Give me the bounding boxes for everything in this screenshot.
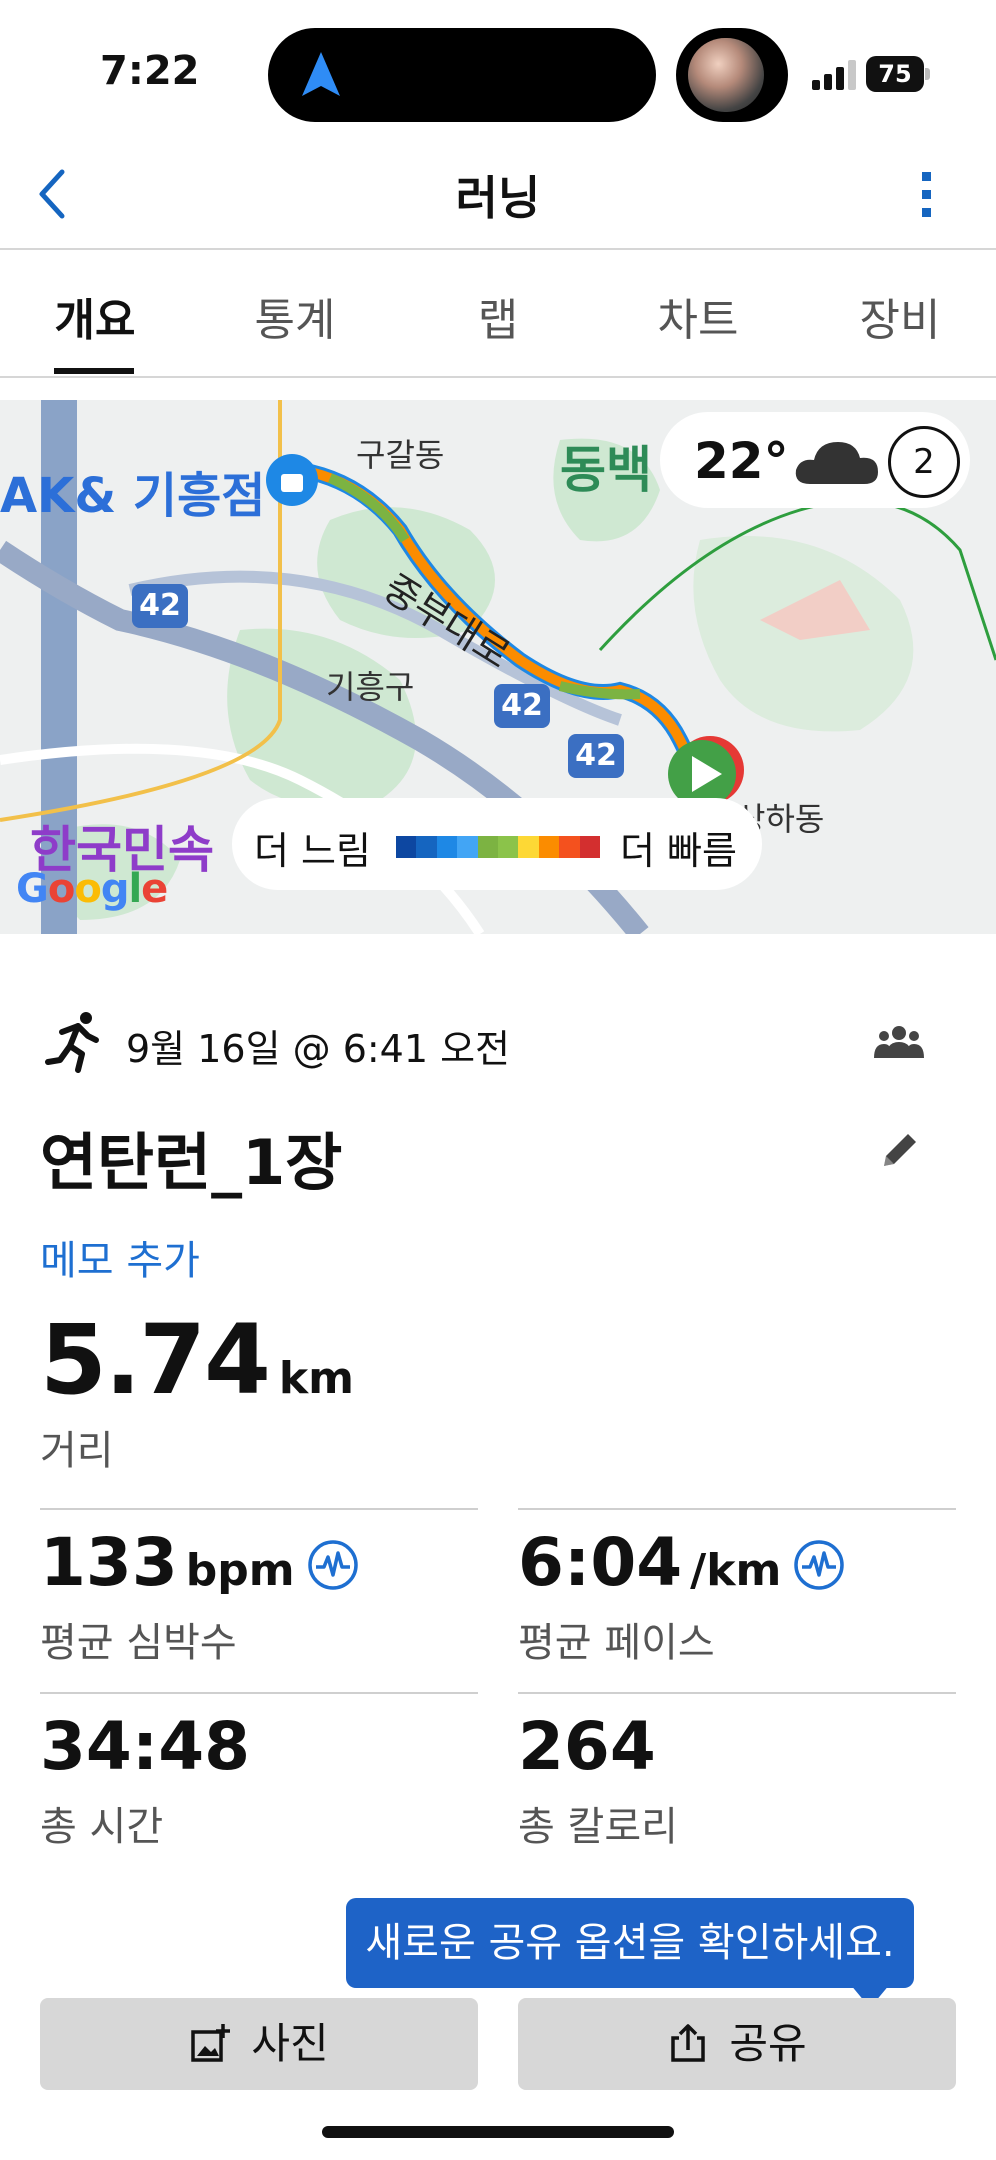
- weather-temperature: 22°: [694, 432, 789, 490]
- photo-button-label: 사진: [251, 2019, 329, 2068]
- stat-label: 평균 페이스: [518, 1620, 715, 1666]
- weather-badge: 22° 2: [660, 412, 970, 508]
- battery-icon: 75: [866, 56, 930, 92]
- tab-charts[interactable]: 차트: [656, 284, 740, 348]
- google-logo: Google: [16, 866, 168, 912]
- stat-value: 6:04/km: [518, 1524, 845, 1601]
- dynamic-island: [268, 28, 656, 122]
- signal-icon: [812, 60, 856, 90]
- home-indicator: [322, 2126, 674, 2138]
- add-photo-icon: [191, 2024, 231, 2062]
- legend-fast-label: 더 빠름: [620, 829, 737, 873]
- navigation-arrow-icon: [302, 52, 340, 96]
- heart-rate-icon[interactable]: [793, 1539, 845, 1591]
- now-playing-thumbnail: [676, 28, 788, 122]
- cloud-icon: [795, 442, 878, 484]
- map-label: 동백: [560, 441, 652, 499]
- legend-color-bar: [396, 836, 601, 858]
- page-title: 러닝: [455, 171, 541, 225]
- legend-color-swatch: [477, 836, 499, 858]
- tab-laps[interactable]: 랩: [474, 284, 522, 348]
- stat-value: 133 bpm: [40, 1524, 359, 1601]
- map-label: 기흥구: [326, 668, 415, 706]
- add-memo-link[interactable]: 메모 추가: [40, 1228, 200, 1286]
- stat-label: 총 시간: [40, 1804, 164, 1850]
- legend-color-swatch: [538, 836, 560, 858]
- legend-color-swatch: [416, 836, 437, 858]
- tab-bar: 개요 통계 랩 차트 장비: [0, 252, 996, 378]
- wind-level-badge: 2: [888, 426, 960, 498]
- distance-value: 5.74 km: [40, 1304, 354, 1416]
- stat-avg-pace: 6:04/km 평균 페이스: [518, 1508, 956, 1688]
- legend-color-swatch: [559, 836, 580, 858]
- group-icon[interactable]: [874, 1024, 924, 1058]
- edit-pencil-icon[interactable]: [876, 1126, 924, 1174]
- more-options-icon[interactable]: [906, 162, 946, 228]
- battery-level: 75: [866, 56, 924, 92]
- tab-stats[interactable]: 통계: [254, 284, 336, 348]
- share-button-label: 공유: [729, 2019, 807, 2068]
- road-badge: 42: [494, 684, 550, 728]
- legend-color-swatch: [457, 836, 478, 858]
- road-badge: 42: [568, 734, 624, 778]
- running-icon: [45, 1012, 99, 1073]
- legend-color-swatch: [396, 836, 417, 858]
- legend-color-swatch: [579, 836, 601, 858]
- legend-color-swatch: [498, 836, 519, 858]
- tab-gear[interactable]: 장비: [858, 284, 942, 348]
- legend-color-swatch: [436, 836, 458, 858]
- activity-name: 연탄런_1장: [40, 1126, 343, 1199]
- tab-overview[interactable]: 개요: [54, 284, 136, 348]
- legend-color-swatch: [518, 836, 539, 858]
- top-app-bar: 러닝: [0, 140, 996, 250]
- map-label: AK& 기흥점: [0, 468, 266, 524]
- stat-total-time: 34:48 총 시간: [40, 1692, 478, 1872]
- status-bar: 7:22 75: [0, 0, 996, 140]
- route-map[interactable]: 42 42 42 AK& 기흥점 구갈동 동백 중부대로 기흥구 상하동 한국민…: [0, 400, 996, 934]
- activity-date: 9월 16일 @ 6:41 오전: [126, 1027, 511, 1071]
- stat-value: 34:48: [40, 1708, 251, 1785]
- photo-button[interactable]: 사진: [40, 1998, 478, 2090]
- tab-active-indicator: [54, 368, 134, 374]
- share-options-tooltip[interactable]: 새로운 공유 옵션을 확인하세요.: [346, 1898, 914, 1988]
- status-time: 7:22: [100, 48, 200, 94]
- share-button[interactable]: 공유: [518, 1998, 956, 2090]
- stat-value: 264: [518, 1708, 656, 1785]
- stat-avg-heart-rate: 133 bpm 평균 심박수: [40, 1508, 478, 1688]
- legend-slow-label: 더 느림: [254, 829, 371, 873]
- map-label: 구갈동: [356, 436, 445, 474]
- distance-number: 5.74: [40, 1304, 271, 1416]
- distance-unit: km: [278, 1353, 354, 1404]
- pace-legend: 더 느림 더 빠름: [232, 798, 762, 890]
- road-badge: 42: [132, 584, 188, 628]
- heart-rate-icon[interactable]: [307, 1539, 359, 1591]
- stat-total-calories: 264 총 칼로리: [518, 1692, 956, 1872]
- distance-label: 거리: [40, 1428, 114, 1474]
- share-icon: [671, 2024, 706, 2062]
- stat-label: 총 칼로리: [518, 1804, 678, 1850]
- stat-label: 평균 심박수: [40, 1620, 237, 1666]
